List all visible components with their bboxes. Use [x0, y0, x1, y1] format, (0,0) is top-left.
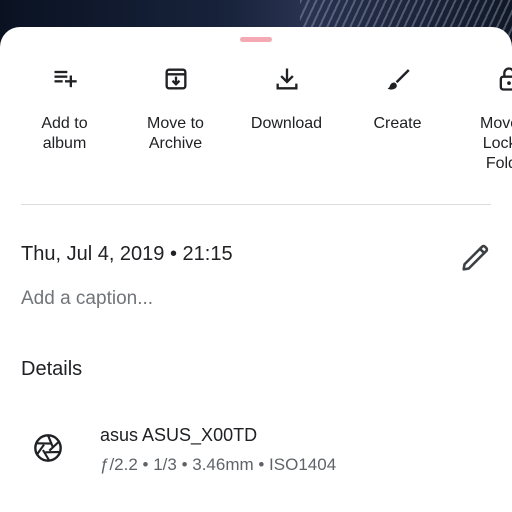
info-bottom-sheet: Add to album Move to Archive Download Cr…	[0, 27, 512, 512]
download-icon	[276, 68, 297, 90]
playlist-add-icon	[54, 70, 77, 88]
download-button[interactable]: Download	[231, 65, 342, 134]
create-button[interactable]: Create	[342, 65, 453, 134]
pencil-icon	[462, 244, 489, 271]
move-to-archive-button[interactable]: Move to Archive	[120, 65, 231, 154]
create-label: Create	[373, 115, 422, 132]
caption-input[interactable]: Add a caption...	[21, 288, 153, 310]
edit-date-button[interactable]	[458, 241, 492, 275]
sheet-drag-handle[interactable]	[240, 37, 272, 42]
move-to-locked-folder-button[interactable]: Move to Locked Folder	[453, 65, 512, 174]
archive-icon	[165, 68, 186, 90]
brush-icon	[387, 69, 410, 90]
add-to-album-button[interactable]: Add to album	[9, 65, 120, 154]
camera-specs: ƒ/2.2 • 1/3 • 3.46mm • ISO1404	[100, 455, 337, 474]
add-to-album-label: Add to album	[41, 115, 88, 152]
details-heading: Details	[21, 358, 83, 380]
lock-icon	[499, 67, 512, 91]
camera-model: asus ASUS_X00TD	[100, 425, 258, 445]
move-to-archive-label: Move to Archive	[147, 115, 204, 152]
download-label: Download	[250, 115, 323, 132]
date-time: Thu, Jul 4, 2019 • 21:15	[21, 243, 233, 265]
camera-aperture-icon	[34, 434, 62, 462]
divider	[21, 204, 491, 205]
move-to-locked-folder-label: Move to Locked Folder	[480, 115, 512, 172]
